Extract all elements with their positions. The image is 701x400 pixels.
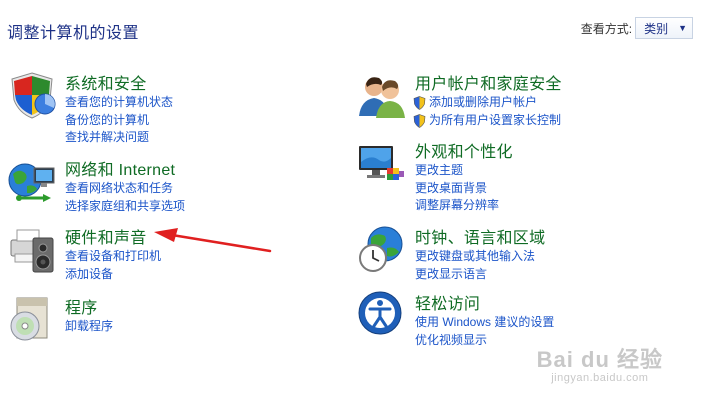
link-view-network-status[interactable]: 查看网络状态和任务 (65, 180, 185, 198)
users-icon[interactable] (357, 70, 407, 120)
category-title-ease-of-access[interactable]: 轻松访问 (415, 290, 480, 314)
link-parental-controls[interactable]: 为所有用户设置家长控制 (413, 112, 561, 130)
link-change-theme[interactable]: 更改主题 (415, 162, 499, 180)
uac-shield-icon (413, 96, 426, 110)
annotation-arrow (154, 228, 272, 253)
view-by-label: 查看方式: (580, 21, 633, 36)
chevron-down-icon: ▼ (678, 23, 687, 33)
category-title-user-accounts[interactable]: 用户帐户和家庭安全 (415, 70, 562, 94)
category-title-system-security[interactable]: 系统和安全 (65, 70, 147, 94)
link-screen-resolution[interactable]: 调整屏幕分辨率 (415, 197, 499, 215)
shield-icon[interactable] (7, 70, 57, 120)
link-change-input-method[interactable]: 更改键盘或其他输入法 (415, 248, 535, 266)
link-label: 为所有用户设置家长控制 (429, 112, 562, 127)
watermark: Bai du 经验 jingyan.baidu.com (537, 342, 663, 384)
printer-speaker-icon[interactable] (7, 224, 57, 274)
link-optimize-visual-display[interactable]: 优化视频显示 (415, 332, 554, 350)
link-windows-recommended-settings[interactable]: 使用 Windows 建议的设置 (415, 314, 554, 332)
category-title-appearance[interactable]: 外观和个性化 (415, 138, 513, 162)
watermark-logo: Bai du 经验 (536, 347, 663, 372)
clock-globe-icon[interactable] (357, 224, 407, 274)
link-find-fix-problems[interactable]: 查找并解决问题 (65, 129, 173, 147)
link-view-computer-status[interactable]: 查看您的计算机状态 (65, 94, 173, 112)
ease-of-access-icon[interactable] (357, 290, 407, 340)
link-view-devices-printers[interactable]: 查看设备和打印机 (65, 248, 161, 266)
watermark-url: jingyan.baidu.com (551, 372, 649, 384)
view-by-dropdown[interactable]: 类别 ▼ (635, 17, 693, 39)
view-by-value: 类别 (644, 21, 669, 36)
uac-shield-icon (413, 113, 426, 128)
programs-disc-icon[interactable] (7, 294, 57, 344)
monitor-paint-icon[interactable] (357, 138, 407, 188)
link-homegroup-sharing[interactable]: 选择家庭组和共享选项 (65, 198, 185, 216)
link-uninstall-program[interactable]: 卸载程序 (65, 318, 113, 336)
link-backup-computer[interactable]: 备份您的计算机 (65, 112, 173, 130)
link-change-background[interactable]: 更改桌面背景 (415, 180, 499, 198)
category-title-programs[interactable]: 程序 (65, 294, 98, 318)
page-title: 调整计算机的设置 (7, 25, 140, 42)
link-add-device[interactable]: 添加设备 (65, 266, 161, 284)
view-by: 查看方式: 类别 ▼ (581, 17, 693, 39)
link-label: 添加或删除用户帐户 (429, 95, 538, 109)
category-title-hardware-sound[interactable]: 硬件和声音 (65, 224, 147, 248)
network-globe-icon[interactable] (7, 156, 57, 206)
link-change-display-language[interactable]: 更改显示语言 (415, 266, 535, 284)
category-title-clock-language[interactable]: 时钟、语言和区域 (415, 224, 545, 248)
link-add-remove-accounts[interactable]: 添加或删除用户帐户 (413, 94, 561, 112)
category-title-network-internet[interactable]: 网络和 Internet (65, 156, 175, 180)
